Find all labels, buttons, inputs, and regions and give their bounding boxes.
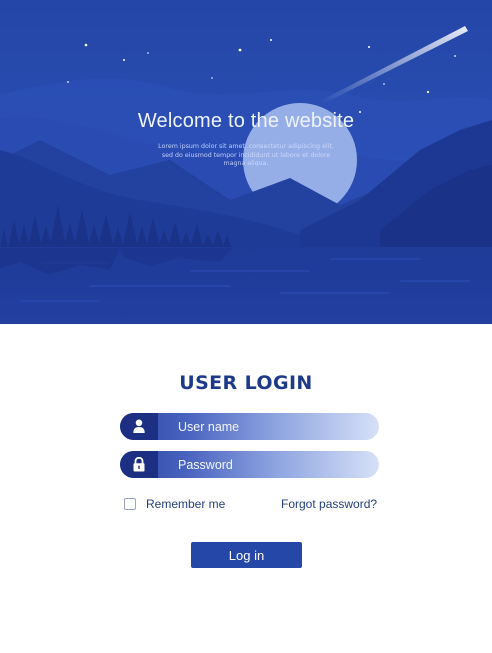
remember-me-checkbox[interactable] xyxy=(124,498,136,510)
hero-title: Welcome to the website xyxy=(137,110,355,132)
login-title: USER LOGIN xyxy=(179,372,313,394)
hero-banner: Welcome to the website Lorem ipsum dolor… xyxy=(0,0,492,324)
password-input[interactable] xyxy=(178,451,368,478)
login-page: Welcome to the website Lorem ipsum dolor… xyxy=(0,0,492,653)
login-panel: USER LOGIN Remember me xyxy=(0,324,492,653)
username-input[interactable] xyxy=(178,413,368,440)
forgot-password-link[interactable]: Forgot password? xyxy=(281,497,377,511)
remember-me-label: Remember me xyxy=(146,497,226,511)
hero-description: Lorem ipsum dolor sit amet, consectetur … xyxy=(158,143,334,168)
username-field xyxy=(120,413,379,440)
remember-me-option[interactable]: Remember me xyxy=(124,496,225,512)
password-field xyxy=(120,451,379,478)
login-button[interactable]: Log in xyxy=(191,542,302,568)
username-icon-box xyxy=(120,413,158,440)
lock-icon xyxy=(133,457,145,472)
password-icon-box xyxy=(120,451,158,478)
user-icon xyxy=(133,419,145,433)
